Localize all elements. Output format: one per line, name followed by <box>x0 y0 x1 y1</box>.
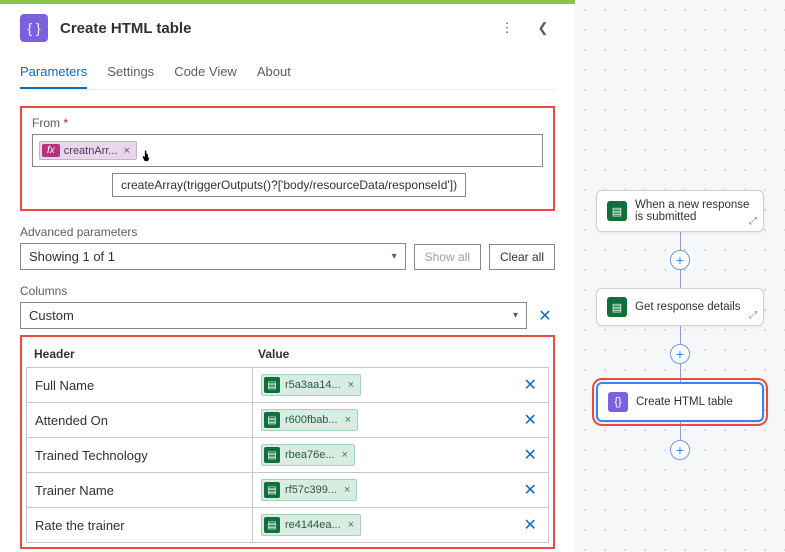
delete-row-icon[interactable]: ✕ <box>524 517 537 534</box>
columns-mode-select[interactable]: Custom ▾ <box>20 302 527 329</box>
token-text: rbea76e... <box>285 449 335 461</box>
header-cell[interactable]: Trained Technology <box>27 438 253 473</box>
flow-canvas[interactable]: ▤ When a new response is submitted ⤢ + ▤… <box>575 0 785 552</box>
token-text: re4144ea... <box>285 519 341 531</box>
delete-row-icon[interactable]: ✕ <box>524 447 537 464</box>
expression-token[interactable]: fx creatnArr... × <box>39 141 137 160</box>
value-cell[interactable]: ▤ r5a3aa14... × <box>253 368 513 403</box>
table-row: Attended On ▤ r600fbab... × ✕ <box>27 403 549 438</box>
token-remove-icon[interactable]: × <box>346 379 356 391</box>
action-icon: { } <box>20 14 48 42</box>
expand-icon[interactable]: ⤢ <box>749 216 757 227</box>
value-cell[interactable]: ▤ r600fbab... × <box>253 403 513 438</box>
token-text: rf57c399... <box>285 484 337 496</box>
collapse-panel-button[interactable]: ❮ <box>531 16 555 40</box>
forms-icon: ▤ <box>264 517 280 533</box>
delete-row-icon[interactable]: ✕ <box>524 412 537 429</box>
add-step-button[interactable]: + <box>670 250 690 270</box>
expand-icon[interactable]: ⤢ <box>749 310 757 321</box>
columns-table-highlight: Header Value Full Name▤r5a3aa14...×✕Atte… <box>20 335 555 549</box>
forms-icon: ▤ <box>607 297 627 317</box>
forms-icon: ▤ <box>264 447 280 463</box>
token-text: r600fbab... <box>285 414 338 426</box>
value-cell[interactable]: ▤ rbea76e... × <box>253 438 513 473</box>
forms-icon: ▤ <box>264 482 280 498</box>
tab-code-view[interactable]: Code View <box>174 64 237 89</box>
flow-card-label: Create HTML table <box>636 396 733 408</box>
flow-card-create-html-table[interactable]: {} Create HTML table <box>596 382 764 422</box>
value-cell[interactable]: ▤ rf57c399... × <box>253 473 513 508</box>
token-text: r5a3aa14... <box>285 379 341 391</box>
forms-icon: ▤ <box>264 412 280 428</box>
chevron-down-icon: ▾ <box>513 310 518 321</box>
panel-title: Create HTML table <box>60 20 483 37</box>
advanced-label: Advanced parameters <box>20 225 555 239</box>
add-step-button[interactable]: + <box>670 440 690 460</box>
columns-table-header: Header Value <box>26 341 549 367</box>
dynamic-content-token[interactable]: ▤ r5a3aa14... × <box>261 374 361 396</box>
tab-bar: Parameters Settings Code View About <box>20 64 555 90</box>
fx-icon: fx <box>42 144 60 157</box>
action-icon: {} <box>608 392 628 412</box>
advanced-parameters-select[interactable]: Showing 1 of 1 ▾ <box>20 243 406 270</box>
dynamic-content-token[interactable]: ▤ rbea76e... × <box>261 444 355 466</box>
from-label: From * <box>32 116 543 130</box>
flow-card-label: Get response details <box>635 301 740 313</box>
expression-tooltip: createArray(triggerOutputs()?['body/reso… <box>112 173 466 197</box>
panel-header: { } Create HTML table ⋮ ❮ <box>20 14 555 42</box>
header-cell[interactable]: Rate the trainer <box>27 508 253 543</box>
show-all-button[interactable]: Show all <box>414 244 481 270</box>
token-remove-icon[interactable]: × <box>122 145 132 157</box>
forms-icon: ▤ <box>264 377 280 393</box>
header-cell[interactable]: Trainer Name <box>27 473 253 508</box>
table-row: Trainer Name ▤ rf57c399... × ✕ <box>27 473 549 508</box>
tab-about[interactable]: About <box>257 64 291 89</box>
flow-connector <box>680 422 681 440</box>
from-input[interactable]: fx creatnArr... × <box>32 134 543 167</box>
forms-icon: ▤ <box>607 201 627 221</box>
flow-connector <box>680 270 681 288</box>
flow-connector <box>680 232 681 250</box>
delete-row-icon[interactable]: ✕ <box>524 482 537 499</box>
token-remove-icon[interactable]: × <box>340 449 350 461</box>
clear-columns-icon[interactable]: ✕ <box>535 306 555 326</box>
dynamic-content-token[interactable]: ▤ r600fbab... × <box>261 409 358 431</box>
more-menu-button[interactable]: ⋮ <box>495 16 519 40</box>
flow-connector <box>680 364 681 382</box>
table-row: Rate the trainer ▤ re4144ea... × ✕ <box>27 508 549 543</box>
header-cell[interactable]: Full Name <box>27 368 253 403</box>
tab-settings[interactable]: Settings <box>107 64 154 89</box>
add-step-button[interactable]: + <box>670 344 690 364</box>
value-cell[interactable]: ▤ re4144ea... × <box>253 508 513 543</box>
dynamic-content-token[interactable]: ▤ rf57c399... × <box>261 479 357 501</box>
dynamic-content-token[interactable]: ▤ re4144ea... × <box>261 514 361 536</box>
token-text: creatnArr... <box>64 145 118 157</box>
clear-all-button[interactable]: Clear all <box>489 244 555 270</box>
chevron-down-icon: ▾ <box>392 251 397 262</box>
token-remove-icon[interactable]: × <box>342 484 352 496</box>
header-cell[interactable]: Attended On <box>27 403 253 438</box>
table-row: Full Name ▤ r5a3aa14... × ✕ <box>27 368 549 403</box>
delete-row-icon[interactable]: ✕ <box>524 377 537 394</box>
flow-card-trigger[interactable]: ▤ When a new response is submitted ⤢ <box>596 190 764 232</box>
flow-card-label: When a new response is submitted <box>635 199 753 223</box>
columns-table: Full Name ▤ r5a3aa14... × ✕ Attended On ▤ r600f… <box>26 367 549 543</box>
tab-parameters[interactable]: Parameters <box>20 64 87 89</box>
flow-card-get-response[interactable]: ▤ Get response details ⤢ <box>596 288 764 326</box>
flow-connector <box>680 326 681 344</box>
cursor-pointer-icon <box>137 148 155 166</box>
token-remove-icon[interactable]: × <box>343 414 353 426</box>
columns-label: Columns <box>20 284 555 298</box>
from-section-highlight: From * fx creatnArr... × createArray(tri… <box>20 106 555 211</box>
table-row: Trained Technology ▤ rbea76e... × ✕ <box>27 438 549 473</box>
token-remove-icon[interactable]: × <box>346 519 356 531</box>
